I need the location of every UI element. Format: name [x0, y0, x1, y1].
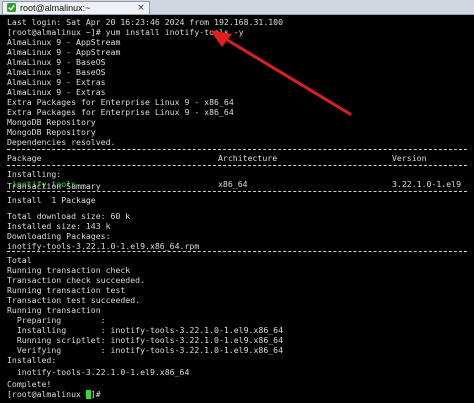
transaction-step: Running transaction test	[7, 285, 126, 295]
repo-line: AlmaLinux 9 - Extras	[7, 77, 106, 87]
installed-label: Installed:	[7, 355, 57, 365]
download-rule	[7, 251, 467, 252]
repo-line: AlmaLinux 9 - AppStream	[7, 47, 121, 57]
install-count-line: Install 1 Package	[7, 195, 96, 205]
transaction-summary-heading: Transaction Summary	[7, 181, 101, 191]
architecture-cell: x86_64	[218, 179, 248, 189]
repo-line: Extra Packages for Enterprise Linux 9 - …	[7, 97, 234, 107]
phase-line: Installing : inotify-tools-3.22.1.0-1.el…	[7, 325, 284, 335]
col-header-version: Version	[392, 153, 427, 163]
repo-line: AlmaLinux 9 - BaseOS	[7, 67, 106, 77]
installed-package-line: inotify-tools-3.22.1.0-1.el9.x86_64	[7, 367, 190, 377]
phase-line: Preparing :	[7, 315, 106, 325]
version-cell: 3.22.1.0-1.el9	[392, 179, 462, 189]
rpm-file-line: inotify-tools-3.22.1.0-1.el9.x86_64.rpm	[7, 241, 200, 251]
terminal-cursor	[86, 390, 91, 399]
command-line: [root@almalinux ~]# yum install inotify-…	[7, 27, 244, 37]
repo-line: MongoDB Repository	[7, 127, 96, 137]
complete-line: Complete!	[7, 379, 52, 389]
installed-size-line: Installed size: 143 k	[7, 221, 111, 231]
table-rule	[7, 149, 467, 150]
phase-line: Running scriptlet: inotify-tools-3.22.1.…	[7, 335, 284, 345]
deps-resolved-line: Dependencies resolved.	[7, 137, 116, 147]
terminal-window: root@almalinux:~ × Last login: Sat Apr 2…	[0, 0, 474, 403]
col-header-architecture: Architecture	[218, 153, 278, 163]
transaction-step: Transaction check succeeded.	[7, 275, 146, 285]
last-login-line: Last login: Sat Apr 20 16:23:46 2024 fro…	[7, 17, 284, 27]
table-rule	[7, 165, 467, 166]
tab-bar: root@almalinux:~ ×	[0, 0, 474, 15]
total-download-line: Total download size: 60 k	[7, 211, 131, 221]
downloading-line: Downloading Packages:	[7, 231, 111, 241]
repo-line: Extra Packages for Enterprise Linux 9 - …	[7, 107, 234, 117]
transaction-step: Running transaction check	[7, 265, 131, 275]
repo-line: AlmaLinux 9 - BaseOS	[7, 57, 106, 67]
tab-title: root@almalinux:~	[20, 3, 91, 13]
repo-line: AlmaLinux 9 - Extras	[7, 87, 106, 97]
close-icon[interactable]: ×	[135, 2, 147, 14]
phase-line: Verifying : inotify-tools-3.22.1.0-1.el9…	[7, 345, 284, 355]
installing-label: Installing:	[7, 169, 62, 179]
table-rule	[7, 191, 467, 192]
col-header-package: Package	[7, 153, 42, 163]
transaction-step: Transaction test succeeded.	[7, 295, 141, 305]
total-line: Total	[7, 255, 32, 265]
terminal-output[interactable]: Last login: Sat Apr 20 16:23:46 2024 fro…	[0, 15, 474, 403]
connected-check-icon	[7, 3, 16, 12]
repo-line: AlmaLinux 9 - AppStream	[7, 37, 121, 47]
tab-root-almalinux[interactable]: root@almalinux:~ ×	[2, 1, 150, 14]
repo-line: MongoDB Repository	[7, 117, 96, 127]
transaction-step: Running transaction	[7, 305, 101, 315]
